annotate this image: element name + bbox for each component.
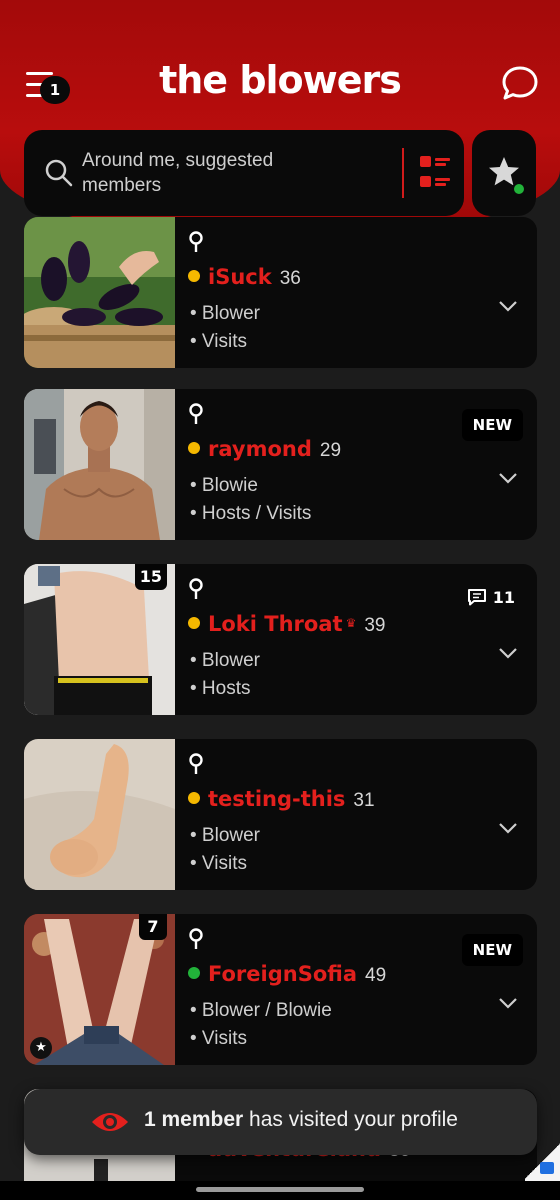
upload-icon xyxy=(540,1162,554,1174)
member-preference: • Hosts xyxy=(190,678,251,699)
member-photo[interactable] xyxy=(24,389,175,540)
member-age: 29 xyxy=(319,440,342,461)
new-badge: NEW xyxy=(461,934,523,966)
chevron-down-icon[interactable] xyxy=(498,471,518,485)
list-view-icon[interactable] xyxy=(418,152,452,192)
app-logo: the blowers xyxy=(159,58,402,102)
chevron-down-icon[interactable] xyxy=(498,299,518,313)
crown-icon: ♛ xyxy=(345,616,357,630)
status-dot xyxy=(188,792,200,804)
member-age: 39 xyxy=(364,615,386,636)
member-photo[interactable]: 7 ★ xyxy=(24,914,175,1065)
member-role: • Blower xyxy=(190,825,261,846)
chevron-down-icon[interactable] xyxy=(498,996,518,1010)
member-age: 36 xyxy=(279,268,301,289)
member-name[interactable]: Loki Throat xyxy=(208,612,343,636)
status-dot xyxy=(188,617,200,629)
search-divider xyxy=(402,148,404,198)
menu-icon xyxy=(26,72,53,75)
location-pin-icon xyxy=(189,928,203,949)
location-pin-icon xyxy=(189,403,203,424)
status-dot xyxy=(188,270,200,282)
member-card[interactable]: testing-this 31 • Blower • Visits xyxy=(24,739,537,890)
photo-count-badge: 15 xyxy=(134,564,167,590)
chevron-down-icon[interactable] xyxy=(498,646,518,660)
page-corner-fold[interactable] xyxy=(525,1141,560,1181)
member-name[interactable]: testing-this xyxy=(208,787,345,811)
member-preference: • Visits xyxy=(190,853,247,874)
member-preference: • Visits xyxy=(190,1028,247,1049)
star-icon: ★ xyxy=(30,1037,52,1059)
message-icon xyxy=(467,589,486,606)
member-age: 31 xyxy=(353,790,375,811)
status-dot xyxy=(188,967,200,979)
member-name[interactable]: iSuck xyxy=(208,265,272,289)
member-role: • Blower xyxy=(190,303,261,324)
member-card[interactable]: iSuck 36 • Blower • Visits xyxy=(24,217,537,368)
search-icon xyxy=(45,159,73,187)
message-count[interactable]: 11 xyxy=(467,588,515,607)
new-badge: NEW xyxy=(461,409,523,441)
member-role: • Blower xyxy=(190,650,261,671)
eye-icon xyxy=(92,1113,128,1131)
member-role: • Blowie xyxy=(190,475,258,496)
member-card[interactable]: 15 11 Loki Throat ♛ 39 • Blower • Hosts xyxy=(24,564,537,715)
member-photo[interactable] xyxy=(24,739,175,890)
profile-visit-toast[interactable]: 1 member has visited your profile xyxy=(24,1089,537,1155)
member-preference: • Hosts / Visits xyxy=(190,503,312,524)
photo-count-badge: 7 xyxy=(139,914,167,940)
search-filter-label: Around me, suggested members xyxy=(82,150,274,196)
location-pin-icon xyxy=(189,578,203,599)
favorites-button[interactable] xyxy=(472,130,536,216)
home-indicator[interactable] xyxy=(196,1187,364,1192)
toast-message: 1 member has visited your profile xyxy=(144,1108,458,1131)
status-dot xyxy=(188,442,200,454)
member-name[interactable]: raymond xyxy=(208,437,312,461)
location-pin-icon xyxy=(189,231,203,252)
member-age: 49 xyxy=(365,965,387,986)
menu-notification-badge: 1 xyxy=(40,76,70,104)
chat-icon[interactable] xyxy=(500,64,540,104)
search-bar[interactable]: Around me, suggested members xyxy=(24,130,464,216)
member-name[interactable]: ForeignSofia xyxy=(208,962,357,986)
location-pin-icon xyxy=(189,753,203,774)
chevron-down-icon[interactable] xyxy=(498,821,518,835)
member-photo[interactable] xyxy=(24,217,175,368)
member-card[interactable]: 7 ★ NEW ForeignSofia 49 • Blower / Blowie… xyxy=(24,914,537,1065)
member-preference: • Visits xyxy=(190,331,247,352)
member-card[interactable]: NEW raymond 29 • Blowie • Hosts / Visits xyxy=(24,389,537,540)
online-indicator xyxy=(512,182,526,196)
member-role: • Blower / Blowie xyxy=(190,1000,332,1021)
member-photo[interactable]: 15 xyxy=(24,564,175,715)
